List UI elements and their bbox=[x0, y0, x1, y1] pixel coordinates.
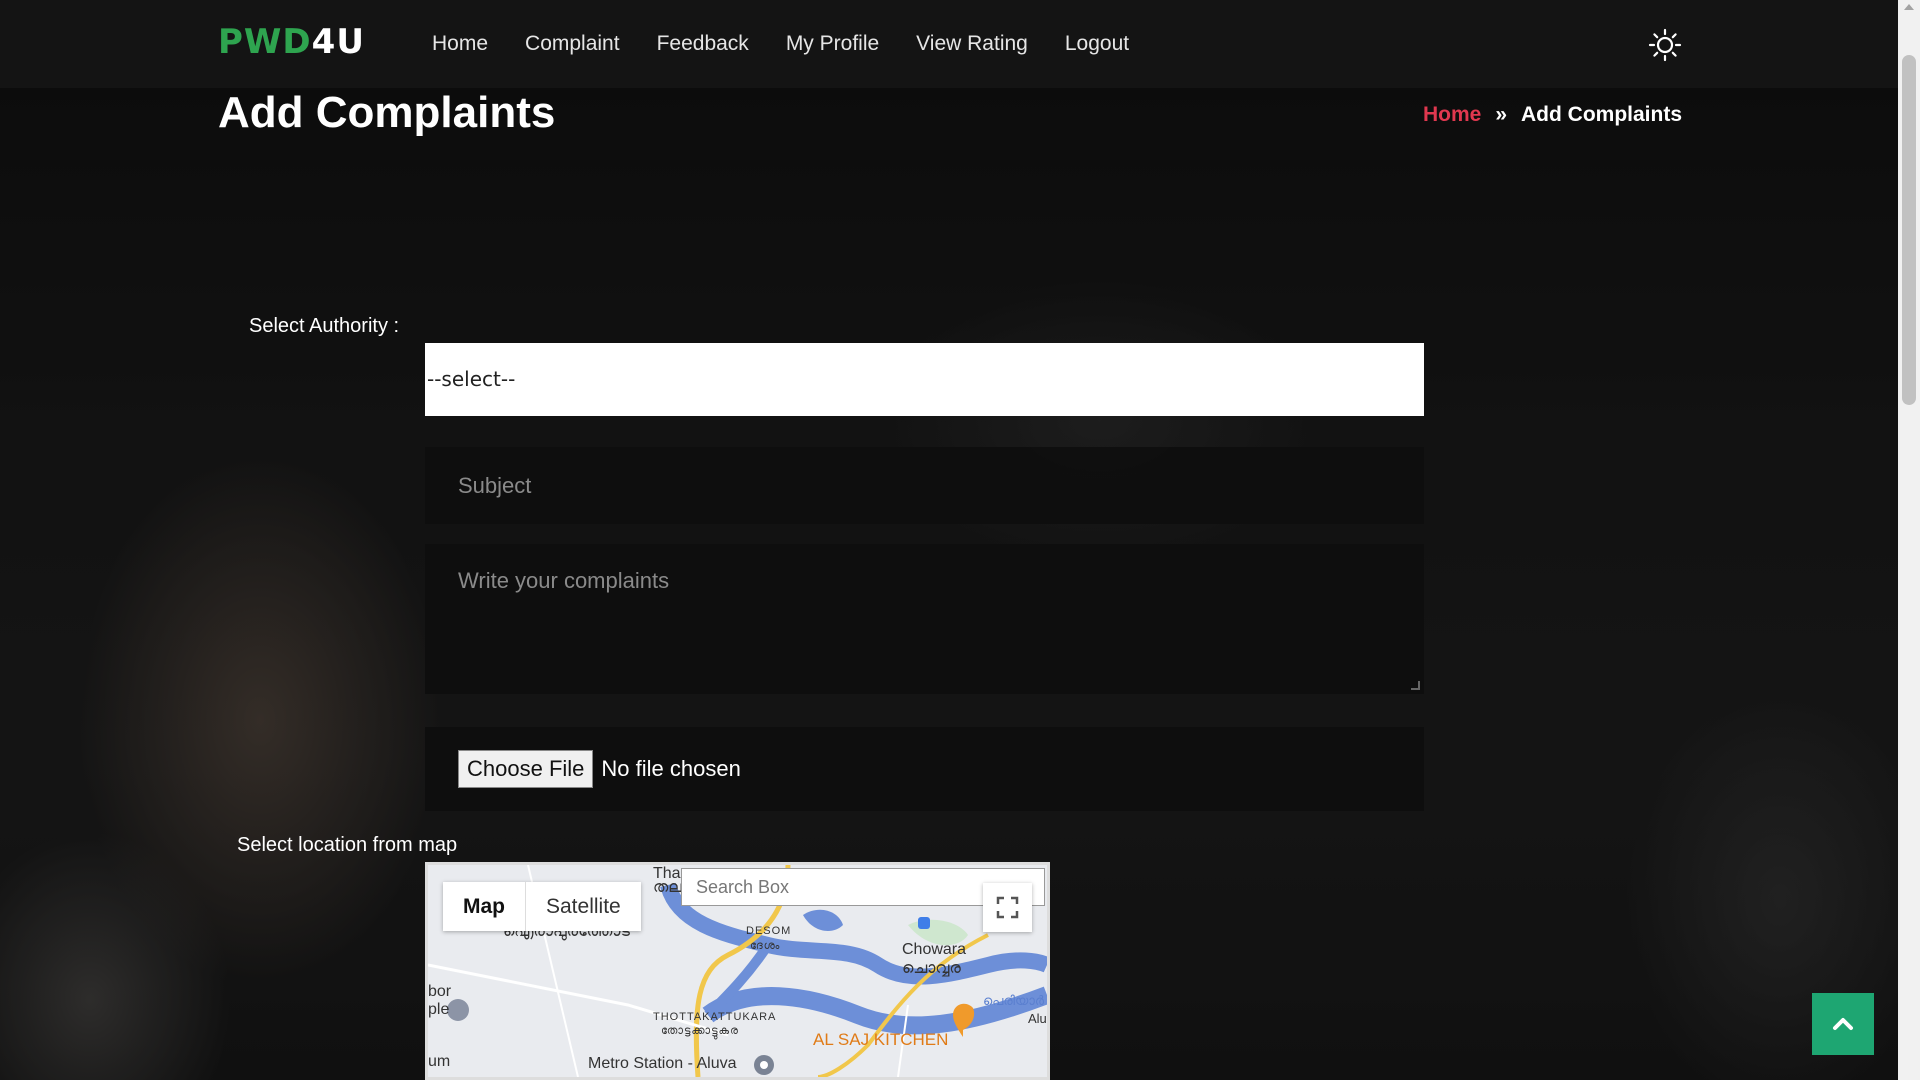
map-label-desom-ml: ദേശം bbox=[750, 940, 781, 952]
main-nav: Home Complaint Feedback My Profile View … bbox=[432, 32, 1129, 56]
nav-logout[interactable]: Logout bbox=[1065, 32, 1129, 56]
breadcrumb-home-link[interactable]: Home bbox=[1423, 103, 1481, 127]
brand-part-2: 4U bbox=[311, 22, 365, 62]
fullscreen-icon bbox=[996, 896, 1019, 919]
nav-feedback[interactable]: Feedback bbox=[657, 32, 749, 56]
scrollbar-thumb[interactable] bbox=[1902, 55, 1916, 405]
map-label-periyar: പെരിയാർ bbox=[983, 993, 1044, 1008]
map-label-chowara-ml: ചൊവ്വര bbox=[902, 960, 961, 977]
chevron-up-icon bbox=[1833, 1018, 1853, 1030]
map-label-ple: ple bbox=[428, 1001, 450, 1018]
brand-logo[interactable]: PWD4U bbox=[218, 22, 365, 62]
map-type-map-button[interactable]: Map bbox=[443, 882, 526, 931]
nav-home[interactable]: Home bbox=[432, 32, 488, 56]
subject-input[interactable]: Subject bbox=[425, 447, 1424, 524]
authority-select[interactable]: --select-- bbox=[425, 343, 1424, 416]
brand-part-1: PWD bbox=[218, 22, 312, 62]
fullscreen-button[interactable] bbox=[983, 883, 1032, 932]
map-label-metro[interactable]: Metro Station - Aluva bbox=[588, 1055, 737, 1073]
back-to-top-button[interactable] bbox=[1812, 993, 1874, 1055]
breadcrumb: Home » Add Complaints bbox=[1423, 103, 1682, 127]
breadcrumb-current: Add Complaints bbox=[1521, 103, 1682, 126]
map-label-thottakattukara: THOTTAKATTUKARA bbox=[653, 1011, 777, 1023]
map-label-thottakattukara-ml: തോട്ടക്കാട്ടുകര bbox=[661, 1025, 739, 1037]
file-status: No file chosen bbox=[601, 756, 741, 781]
scrollbar[interactable] bbox=[1898, 0, 1920, 1080]
navbar: PWD4U Home Complaint Feedback My Profile… bbox=[0, 0, 1898, 88]
file-input: Choose File No file chosen bbox=[425, 727, 1424, 811]
nav-my-profile[interactable]: My Profile bbox=[786, 32, 879, 56]
map-type-control: Map Satellite bbox=[443, 882, 641, 931]
complaint-placeholder: Write your complaints bbox=[458, 568, 670, 593]
complaint-textarea[interactable]: Write your complaints bbox=[425, 544, 1424, 694]
map-label-bor: bor bbox=[428, 983, 452, 1000]
map-type-satellite-button[interactable]: Satellite bbox=[526, 882, 641, 931]
breadcrumb-separator: » bbox=[1495, 103, 1507, 126]
map-section-label: Select location from map bbox=[237, 834, 458, 856]
map-label-thal-ml: തല bbox=[653, 879, 682, 896]
resize-handle[interactable] bbox=[1411, 681, 1420, 690]
sun-icon[interactable] bbox=[1648, 28, 1682, 62]
scroll-up-arrow-icon[interactable] bbox=[1904, 4, 1914, 10]
map-label-desom: DESOM bbox=[746, 925, 792, 937]
map-label-chowara: Chowara bbox=[902, 941, 967, 958]
authority-label: Select Authority : bbox=[249, 315, 400, 337]
choose-file-button[interactable]: Choose File bbox=[458, 750, 594, 788]
map-label-um: um bbox=[428, 1053, 451, 1070]
map-label-restaurant[interactable]: AL SAJ KITCHEN bbox=[813, 1030, 948, 1050]
location-map[interactable]: Tha തല ഐരാപുരത്തോട് DESOM ദേശം Chowara ച… bbox=[425, 862, 1050, 1080]
nav-complaint[interactable]: Complaint bbox=[525, 32, 620, 56]
nav-view-rating[interactable]: View Rating bbox=[916, 32, 1028, 56]
page-title: Add Complaints bbox=[218, 88, 556, 137]
map-label-alu: Alu bbox=[1028, 1011, 1047, 1026]
